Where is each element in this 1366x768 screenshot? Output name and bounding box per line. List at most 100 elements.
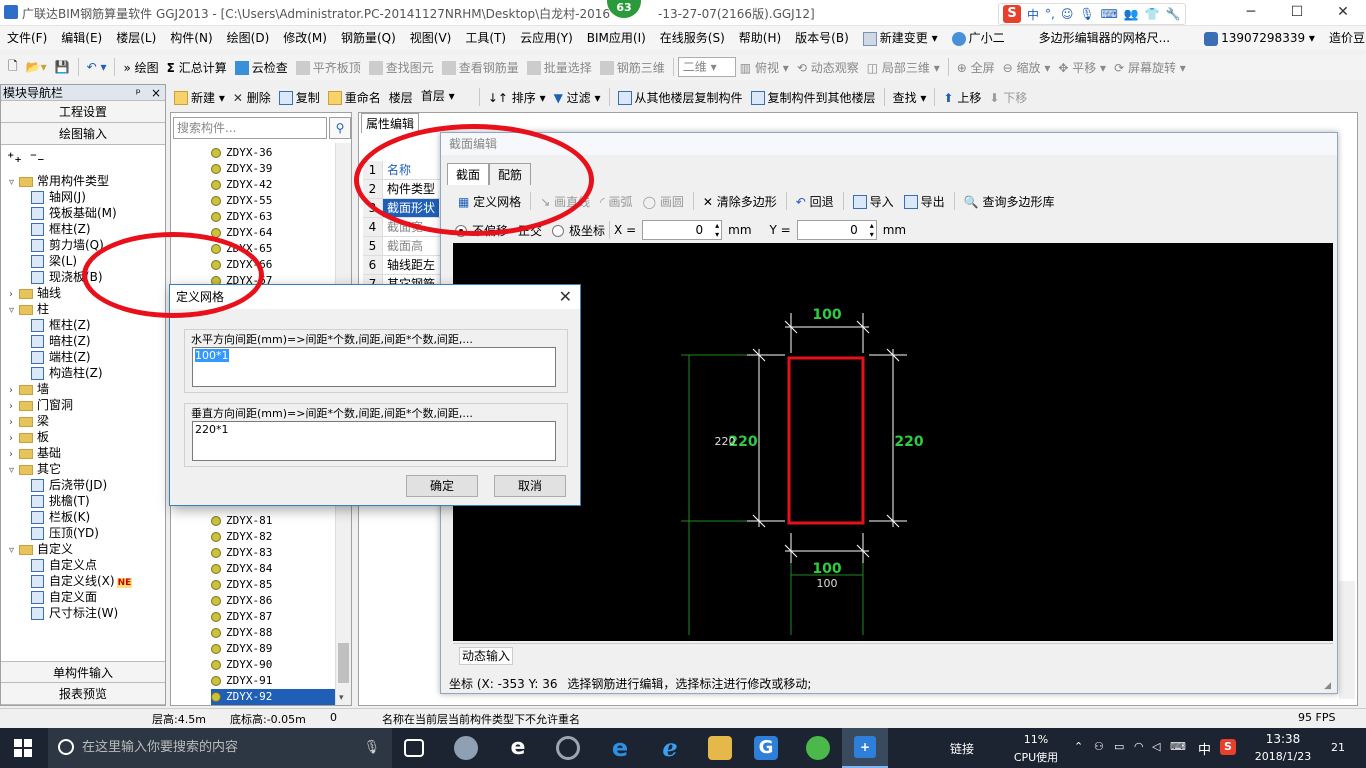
microphone-icon[interactable]: 🎙 bbox=[363, 728, 380, 768]
scroll-down-icon[interactable]: ▾ bbox=[339, 693, 344, 703]
link-label[interactable]: 链接 bbox=[950, 740, 974, 757]
list-item[interactable]: ZDYX-39 bbox=[211, 161, 341, 177]
input-language[interactable]: 中 bbox=[1198, 739, 1211, 758]
menu-file[interactable]: 文件(F) bbox=[0, 26, 54, 50]
property-row[interactable]: 6 轴线距左 bbox=[363, 256, 443, 275]
view-rebar-button[interactable]: 查看钢筋量 bbox=[438, 59, 523, 76]
list-item[interactable]: ZDYX-81 bbox=[211, 513, 341, 529]
tree-folder[interactable]: ▿ 其它 bbox=[3, 461, 163, 477]
copy-to-floor-button[interactable]: 复制构件到其他楼层 bbox=[747, 89, 880, 106]
find-element-button[interactable]: 查找图元 bbox=[365, 59, 438, 76]
dynamic-view-button[interactable]: ⟲ 动态观察 bbox=[793, 59, 863, 76]
fan-app-icon[interactable] bbox=[454, 736, 478, 760]
menu-help[interactable]: 帮助(H) bbox=[732, 26, 788, 50]
menu-rebar-quantity[interactable]: 钢筋量(Q) bbox=[334, 26, 403, 50]
list-item[interactable]: ZDYX-90 bbox=[211, 657, 341, 673]
ime-keyboard-icon[interactable]: ⌨ bbox=[1101, 7, 1118, 21]
ime-mic-icon[interactable]: 🎙 bbox=[1079, 7, 1094, 21]
clock-time[interactable]: 13:38 bbox=[1254, 732, 1312, 746]
expand-toggle-icon[interactable]: ▿ bbox=[9, 463, 19, 479]
dynamic-input-tab[interactable]: 动态输入 bbox=[459, 647, 514, 665]
ok-button[interactable]: 确定 bbox=[406, 475, 478, 497]
expand-toggle-icon[interactable]: ▿ bbox=[9, 543, 19, 559]
draw-circle-button[interactable]: ◯ 画圆 bbox=[638, 193, 689, 210]
collapse-all-icon[interactable]: ⁻₋ bbox=[30, 150, 45, 166]
tree-item[interactable]: 构造柱(Z) bbox=[3, 365, 163, 381]
people-icon[interactable]: ⚇ bbox=[1094, 740, 1104, 753]
view-mode-select[interactable]: 二维 ▾ bbox=[677, 57, 736, 77]
section-canvas[interactable]: 100 100 100 220 220 220 bbox=[453, 243, 1333, 641]
delete-button[interactable]: ✕ 删除 bbox=[229, 89, 275, 106]
new-button[interactable]: 新建 ▾ bbox=[170, 89, 229, 106]
list-item[interactable]: ZDYX-87 bbox=[211, 609, 341, 625]
tree-folder[interactable]: › 梁 bbox=[3, 413, 163, 429]
rebar-3d-button[interactable]: 钢筋三维 bbox=[596, 59, 669, 76]
menu-tools[interactable]: 工具(T) bbox=[458, 26, 513, 50]
menu-online[interactable]: 在线服务(S) bbox=[653, 26, 732, 50]
zoom-button[interactable]: ⊖ 缩放 ▾ bbox=[999, 59, 1055, 76]
tree-item[interactable]: 压顶(YD) bbox=[3, 525, 163, 541]
property-row[interactable]: 5 截面高 bbox=[363, 237, 443, 256]
list-item[interactable]: ZDYX-82 bbox=[211, 529, 341, 545]
cloud-check-button[interactable]: 云检查 bbox=[231, 59, 292, 76]
minimize-button[interactable]: ─ bbox=[1228, 0, 1274, 26]
move-up-button[interactable]: ⬆ 上移 bbox=[939, 89, 985, 106]
edge-icon[interactable]: e bbox=[608, 736, 632, 760]
internet-explorer-icon[interactable]: ℯ bbox=[658, 736, 682, 760]
expand-toggle-icon[interactable]: ▿ bbox=[9, 303, 19, 319]
account-button[interactable]: 13907298339 ▾ bbox=[1197, 26, 1322, 50]
local-3d-button[interactable]: ◫ 局部三维 ▾ bbox=[863, 59, 944, 76]
menu-modify[interactable]: 修改(M) bbox=[276, 26, 334, 50]
export-button[interactable]: 导出 bbox=[899, 193, 950, 210]
ime-toolbar[interactable]: S 中 °, ☺ 🎙 ⌨ 👥 👕 🔧 bbox=[998, 3, 1186, 25]
expand-toggle-icon[interactable]: ▿ bbox=[9, 175, 19, 191]
active-app-tab[interactable]: + bbox=[842, 728, 888, 768]
sogou-tray-icon[interactable]: S bbox=[1220, 739, 1236, 755]
top-view-button[interactable]: ▥ 俯视 ▾ bbox=[736, 59, 793, 76]
maximize-button[interactable]: ☐ bbox=[1274, 0, 1320, 26]
ime-tools-icon[interactable]: 🔧 bbox=[1166, 7, 1181, 21]
start-button[interactable] bbox=[14, 739, 32, 757]
sum-calc-button[interactable]: Σ 汇总计算 bbox=[163, 59, 231, 76]
file-explorer-icon[interactable] bbox=[708, 736, 732, 760]
ime-punct-icon[interactable]: °, bbox=[1045, 7, 1055, 21]
menu-floor[interactable]: 楼层(L) bbox=[109, 26, 163, 50]
notice-text[interactable]: 多边形编辑器的网格尺... bbox=[1032, 26, 1177, 50]
cost-beans[interactable]: 造价豆:0 bbox=[1322, 26, 1366, 50]
list-item[interactable]: ZDYX-55 bbox=[211, 193, 341, 209]
list-item[interactable]: ZDYX-86 bbox=[211, 593, 341, 609]
menu-draw[interactable]: 绘图(D) bbox=[220, 26, 277, 50]
save-icon[interactable]: 💾 bbox=[51, 60, 74, 74]
tray-expand-icon[interactable]: ⌃ bbox=[1074, 740, 1083, 753]
expand-all-icon[interactable]: ⁺₊ bbox=[7, 150, 22, 166]
filter-button[interactable]: ▼ 过滤 ▾ bbox=[550, 89, 605, 106]
draw-arc-button[interactable]: ◜ 画弧 bbox=[595, 193, 637, 210]
import-button[interactable]: 导入 bbox=[848, 193, 899, 210]
task-view-icon[interactable] bbox=[404, 739, 424, 757]
keyboard-icon[interactable]: ⌨ bbox=[1170, 740, 1186, 753]
pin-icon[interactable]: ᵖ bbox=[136, 85, 141, 101]
x-coordinate-input[interactable]: 0 bbox=[642, 220, 723, 240]
undo-button[interactable]: ↶ 回退 bbox=[791, 193, 839, 210]
tree-folder[interactable]: › 板 bbox=[3, 429, 163, 445]
find-button[interactable]: 查找 ▾ bbox=[889, 89, 931, 106]
list-item[interactable]: ZDYX-92 bbox=[211, 689, 341, 705]
draw-button[interactable]: » 绘图 bbox=[119, 59, 162, 76]
ime-language-toggle[interactable]: 中 bbox=[1027, 6, 1039, 23]
clock-date[interactable]: 2018/1/23 bbox=[1254, 750, 1312, 763]
green-app-icon[interactable] bbox=[806, 736, 830, 760]
tree-item[interactable]: 暗柱(Z) bbox=[3, 333, 163, 349]
move-down-button[interactable]: ⬇ 下移 bbox=[985, 89, 1031, 106]
tree-item[interactable]: 后浇带(JD) bbox=[3, 477, 163, 493]
list-item[interactable]: ZDYX-85 bbox=[211, 577, 341, 593]
menu-bim[interactable]: BIM应用(I) bbox=[580, 26, 653, 50]
menu-cloud[interactable]: 云应用(Y) bbox=[513, 26, 580, 50]
polar-radio[interactable]: 极坐标 bbox=[552, 222, 605, 239]
batch-select-button[interactable]: 批量选择 bbox=[523, 59, 596, 76]
tree-folder[interactable]: › 基础 bbox=[3, 445, 163, 461]
menu-component[interactable]: 构件(N) bbox=[163, 26, 219, 50]
pan-button[interactable]: ✥ 平移 ▾ bbox=[1054, 59, 1110, 76]
report-preview-button[interactable]: 报表预览 bbox=[1, 683, 165, 705]
horizontal-spacing-input[interactable]: 100*1 bbox=[192, 347, 556, 387]
tree-folder[interactable]: ▿ 自定义 bbox=[3, 541, 163, 557]
